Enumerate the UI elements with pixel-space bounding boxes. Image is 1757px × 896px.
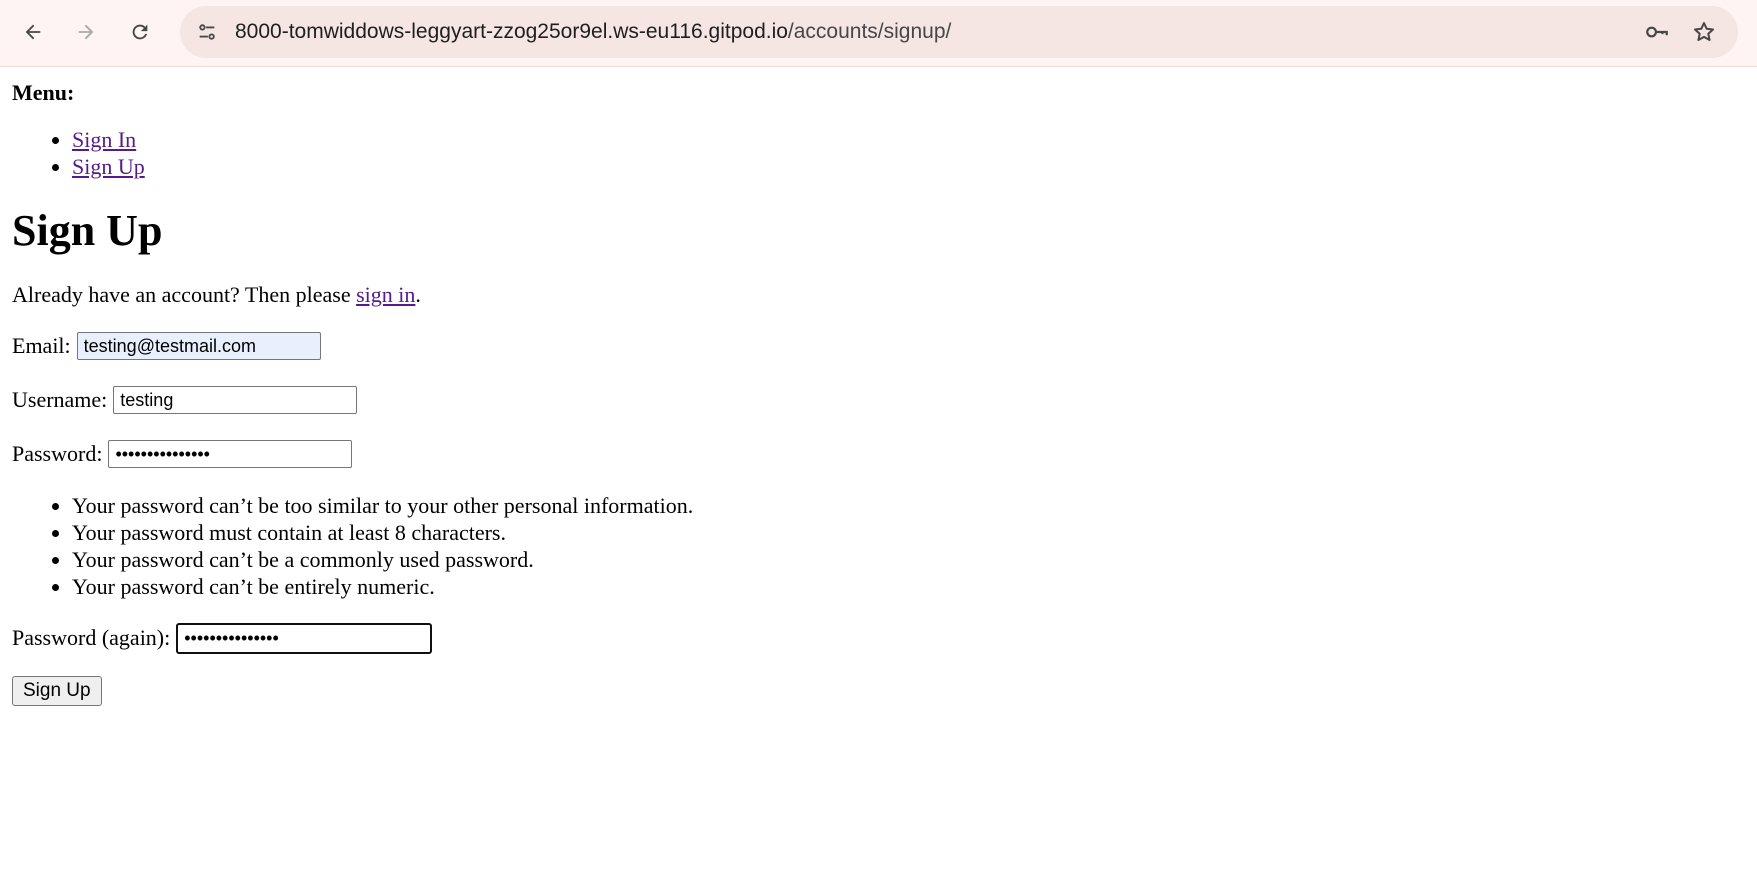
menu-item-sign-up: Sign Up	[72, 153, 1757, 180]
password-again-label: Password (again):	[12, 625, 171, 650]
inline-sign-in-link[interactable]: sign in	[356, 282, 415, 307]
reload-icon	[132, 24, 148, 40]
forward-button[interactable]	[67, 13, 105, 51]
password-help-list: Your password can’t be too similar to yo…	[12, 492, 1757, 600]
forward-arrow-icon	[78, 24, 94, 40]
already-have-account-text: Already have an account? Then please sig…	[12, 282, 1757, 308]
key-icon	[1646, 26, 1668, 38]
password-again-field[interactable]	[176, 622, 433, 654]
email-label: Email:	[12, 333, 71, 358]
password-row: Password:	[12, 438, 1757, 470]
username-field[interactable]	[113, 386, 358, 414]
password-help-item: Your password can’t be entirely numeric.	[72, 573, 1757, 600]
site-info-button[interactable]	[188, 13, 226, 51]
reload-button[interactable]	[121, 13, 159, 51]
back-arrow-icon	[25, 24, 41, 40]
menu-list: Sign In Sign Up	[12, 126, 1757, 180]
username-row: Username:	[12, 384, 1757, 416]
bookmark-button[interactable]	[1685, 13, 1723, 51]
already-suffix: .	[415, 282, 421, 307]
page-content: Menu: Sign In Sign Up Sign Up Already ha…	[12, 66, 1757, 706]
password-manager-button[interactable]	[1638, 13, 1676, 51]
already-text: Already have an account? Then please	[12, 282, 357, 307]
sign-up-link[interactable]: Sign Up	[72, 154, 145, 179]
menu-item-sign-in: Sign In	[72, 126, 1757, 153]
back-button[interactable]	[14, 13, 52, 51]
password-help-item: Your password can’t be a commonly used p…	[72, 546, 1757, 573]
password-help-item: Your password can’t be too similar to yo…	[72, 492, 1757, 519]
browser-toolbar: 8000-tomwiddows-leggyart-zzog25or9el.ws-…	[0, 0, 1757, 67]
page-title: Sign Up	[12, 206, 163, 255]
menu-title: Menu:	[12, 80, 75, 105]
email-field[interactable]	[76, 332, 321, 360]
tune-icon	[199, 24, 215, 40]
address-bar[interactable]: 8000-tomwiddows-leggyart-zzog25or9el.ws-…	[180, 6, 1738, 58]
url-path: /accounts/signup/	[787, 20, 952, 43]
sign-up-button[interactable]: Sign Up	[12, 676, 102, 706]
sign-in-link[interactable]: Sign In	[72, 127, 136, 152]
star-icon	[1694, 22, 1714, 41]
url-host: 8000-tomwiddows-leggyart-zzog25or9el.ws-…	[235, 20, 788, 43]
password-field[interactable]	[108, 440, 353, 468]
password-label: Password:	[12, 441, 103, 466]
email-row: Email:	[12, 330, 1757, 362]
url-text[interactable]: 8000-tomwiddows-leggyart-zzog25or9el.ws-…	[235, 6, 951, 58]
username-label: Username:	[12, 387, 108, 412]
password-help-item: Your password must contain at least 8 ch…	[72, 519, 1757, 546]
password-again-row: Password (again):	[12, 622, 1757, 654]
